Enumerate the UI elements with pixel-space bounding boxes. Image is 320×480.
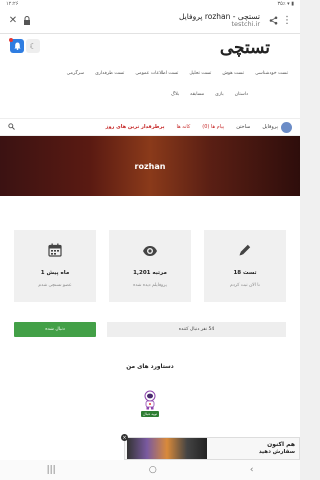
share-icon[interactable] [266, 14, 280, 28]
site-header: ☾ تستچی تست خودشناسی تست هوش تست تحلیل ت… [0, 34, 300, 118]
system-nav-bar: ||| ○ ‹ [0, 460, 300, 480]
follow-row: 54 نفر دنبال کننده دنبال شده [0, 322, 300, 337]
menu-item[interactable]: تست طرفداری [95, 71, 124, 76]
menu-item[interactable]: داستان [235, 92, 248, 97]
ad-line2: سفارش دهید [258, 448, 295, 455]
stat-value: 18 تست [233, 270, 257, 276]
notification-bell-icon[interactable] [9, 38, 24, 53]
search-icon[interactable] [8, 122, 15, 132]
eye-icon [142, 242, 158, 261]
menu-item[interactable]: تست خودشناسی [255, 71, 288, 76]
avatar[interactable] [281, 121, 292, 133]
ad-banner[interactable]: × هم اکنون سفارش دهید [121, 434, 300, 460]
menu-item[interactable]: تست هوش [222, 71, 244, 76]
profile-name: rozhan [134, 161, 166, 171]
stat-label: پروفایلم دیده شده [133, 283, 167, 288]
main-menu-row2: داستان بازی مسابقه بلاگ [171, 92, 248, 97]
menu-item[interactable]: تست تحلیل [189, 71, 211, 76]
nav-create[interactable]: ساختن [236, 124, 250, 130]
user-navbar: پروفایل ساختن پیام ها (0) کانه ها پرطرفد… [0, 118, 300, 136]
close-icon[interactable]: ✕ [6, 14, 20, 28]
ad-text[interactable]: هم اکنون سفارش دهید [207, 440, 299, 455]
menu-item[interactable]: مسابقه [190, 92, 204, 97]
menu-item[interactable]: بلاگ [171, 92, 179, 97]
menu-item[interactable]: بازی [215, 92, 224, 97]
ad-image[interactable] [127, 438, 207, 459]
achievement-badge[interactable]: نوپه دنبال [141, 390, 159, 417]
nav-messages[interactable]: پیام ها (0) [202, 124, 224, 130]
achievements-title: دستاورد های من [126, 364, 174, 370]
follow-button[interactable]: دنبال شده [14, 322, 96, 337]
badge-label: نوپه دنبال [141, 411, 159, 417]
profile-banner: rozhan [0, 136, 300, 196]
lock-icon[interactable] [20, 14, 34, 28]
nav-popular[interactable]: پرطرفدار ترین های روز [106, 124, 165, 130]
page-title: پروفایل rozhan - تستچی [178, 12, 260, 21]
calendar-icon [48, 242, 62, 261]
nav-clubs[interactable]: کانه ها [177, 124, 191, 130]
stat-label: تا الان ثبت کردم [230, 283, 260, 288]
more-icon[interactable]: ⋮ [280, 14, 294, 28]
site-logo[interactable]: تستچی [220, 38, 270, 58]
url-text[interactable]: پروفایل rozhan - تستچی testchi.ir [34, 13, 266, 28]
dark-mode-icon[interactable]: ☾ [26, 39, 40, 53]
browser-url-bar: ✕ پروفایل rozhan - تستچی testchi.ir ⋮ [0, 8, 300, 34]
status-indicators: ۳۵٪ ▾ ▮ [277, 1, 295, 7]
status-time: ۱۲:۲۶ [6, 1, 19, 7]
recents-icon[interactable]: ||| [47, 465, 56, 475]
home-icon[interactable]: ○ [149, 465, 157, 475]
back-icon[interactable]: ‹ [250, 465, 254, 475]
stat-card-tests: 18 تست تا الان ثبت کردم [204, 230, 286, 302]
nav-profile[interactable]: پروفایل [262, 124, 278, 130]
pencil-icon [238, 242, 252, 261]
menu-item[interactable]: تست اطلاعات عمومی [135, 71, 178, 76]
menu-item[interactable]: سرگرمی [67, 71, 84, 76]
stat-value: 1 ماه پیش [40, 270, 70, 276]
profile-stats: 1 ماه پیش عضو تستچی شدم 1,201 مرتبه پروف… [0, 230, 300, 302]
notification-dot [9, 38, 13, 42]
stat-card-joined: 1 ماه پیش عضو تستچی شدم [14, 230, 96, 302]
follower-count[interactable]: 54 نفر دنبال کننده [107, 322, 286, 337]
page-host: testchi.ir [231, 20, 260, 29]
close-ad-icon[interactable]: × [121, 434, 128, 441]
status-bar: ۱۲:۲۶ ۳۵٪ ▾ ▮ [0, 0, 300, 8]
main-menu-row1: تست خودشناسی تست هوش تست تحلیل تست اطلاع… [67, 71, 288, 76]
stat-label: عضو تستچی شدم [38, 283, 72, 288]
web-page: ☾ تستچی تست خودشناسی تست هوش تست تحلیل ت… [0, 34, 300, 460]
stat-card-views: 1,201 مرتبه پروفایلم دیده شده [109, 230, 191, 302]
stat-value: 1,201 مرتبه [133, 270, 167, 276]
astronaut-icon [144, 390, 156, 410]
ad-line1: هم اکنون [267, 440, 295, 448]
header-toggles: ☾ [9, 38, 40, 53]
